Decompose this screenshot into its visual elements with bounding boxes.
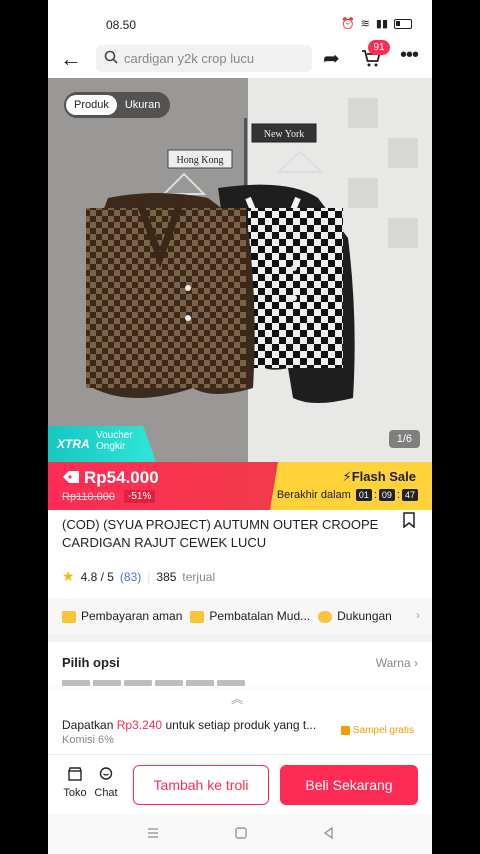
review-count[interactable]: (83)	[120, 570, 141, 584]
countdown-minutes: 09	[378, 489, 395, 501]
product-photo: Hong Kong New York	[86, 98, 418, 403]
options-title: Pilih opsi	[62, 655, 120, 670]
benefit-support-label: Dukungan	[337, 609, 392, 623]
benefit-cancel: Pembatalan Mud...	[190, 609, 310, 623]
rating-separator: |	[147, 569, 151, 584]
rating-value: 4.8 / 5	[80, 569, 114, 584]
benefit-cancel-label: Pembatalan Mud...	[209, 609, 311, 623]
shop-label: Toko	[63, 787, 87, 799]
commission-label: Komisi 6%	[62, 734, 114, 746]
flash-sale-section: ⚡Flash Sale Berakhir dalam 01: 09: 47	[270, 462, 432, 510]
affiliate-panel[interactable]: ︽ Dapatkan Rp3.240 untuk setiap produk y…	[48, 690, 432, 752]
cart-count-badge: 91	[368, 40, 390, 55]
sign-hong-kong: Hong Kong	[177, 155, 224, 166]
back-icon[interactable]	[321, 826, 337, 840]
swatch[interactable]	[155, 680, 183, 686]
price-section: Rp54.000 Rp110.000 -51%	[48, 462, 278, 510]
lightning-icon: ⚡	[342, 469, 352, 484]
cancel-icon	[190, 610, 205, 623]
chat-button[interactable]: Chat	[91, 767, 121, 799]
tab-ukuran[interactable]: Ukuran	[117, 95, 168, 115]
options-color-link[interactable]: Warna ›	[376, 656, 418, 670]
add-to-cart-button[interactable]: Tambah ke troli	[133, 765, 269, 805]
options-link-label: Warna	[375, 656, 411, 670]
benefit-payment-label: Pembayaran aman	[81, 609, 183, 623]
rating-row[interactable]: ★ 4.8 / 5 (83) | 385 terjual	[62, 568, 215, 585]
affiliate-earn-text: Dapatkan Rp3.240 untuk setiap produk yan…	[62, 718, 316, 732]
sign-new-york: New York	[264, 129, 305, 140]
countdown-seconds: 47	[401, 489, 418, 501]
back-arrow-icon[interactable]: ←	[60, 46, 82, 72]
shop-icon	[68, 767, 82, 781]
discount-badge: -51%	[124, 490, 156, 503]
star-icon: ★	[62, 568, 75, 584]
swatch[interactable]	[62, 680, 90, 686]
countdown: Berakhir dalam 01: 09: 47	[277, 489, 418, 501]
flash-sale-text: Flash Sale	[351, 469, 416, 484]
share-icon[interactable]: ➦	[323, 46, 340, 71]
current-price: Rp54.000	[84, 468, 159, 487]
buy-now-button[interactable]: Beli Sekarang	[280, 765, 418, 805]
media-tabs: Produk Ukuran	[64, 92, 171, 118]
chevron-up-icon[interactable]: ︽	[231, 690, 243, 707]
sold-count: 385	[156, 569, 177, 584]
support-icon	[318, 610, 333, 623]
ends-label: Berakhir dalam	[276, 489, 351, 501]
chevron-right-icon: ›	[416, 608, 420, 622]
affiliate-amount: Rp3.240	[116, 718, 163, 732]
swatch[interactable]	[93, 680, 121, 686]
chat-label: Chat	[94, 787, 118, 799]
tab-produk[interactable]: Produk	[66, 95, 117, 115]
search-query: cardigan y2k crop lucu	[124, 51, 255, 66]
search-icon	[104, 50, 118, 64]
countdown-hours: 01	[355, 489, 372, 501]
alarm-icon: ⏰	[340, 18, 355, 30]
color-swatches	[62, 680, 245, 686]
swatch[interactable]	[124, 680, 152, 686]
free-sample-link[interactable]: Sampel gratis	[340, 725, 414, 736]
original-price: Rp110.000	[62, 491, 116, 503]
swatch[interactable]	[217, 680, 245, 686]
more-icon[interactable]: •••	[400, 44, 419, 67]
photo-counter: 1/6	[388, 430, 420, 448]
sample-label: Sampel gratis	[352, 725, 414, 736]
sold-label: terjual	[182, 569, 216, 584]
product-title: (COD) (SYUA PROJECT) AUTUMN OUTER CROOPE…	[62, 517, 379, 550]
secure-payment-icon	[62, 610, 76, 623]
benefits-row[interactable]: Pembayaran aman Pembatalan Mud... Dukung…	[48, 598, 432, 634]
price-tag-icon	[63, 471, 79, 483]
affiliate-prefix: Dapatkan	[62, 718, 114, 732]
product-image[interactable]: Hong Kong New York Produk Ukuran 1/6 XTR…	[48, 78, 432, 462]
top-bar: ← cardigan y2k crop lucu ➦ 91 •••	[48, 40, 432, 78]
benefit-support: Dukungan	[318, 609, 392, 623]
xtra-label: XTRA	[57, 437, 90, 451]
swatch[interactable]	[186, 680, 214, 686]
bookmark-icon[interactable]	[402, 512, 416, 528]
battery-icon	[394, 18, 412, 29]
price-bar: Rp54.000 Rp110.000 -51% ⚡Flash Sale Bera…	[48, 462, 432, 510]
system-nav-bar	[48, 814, 432, 854]
flash-sale-label: ⚡Flash Sale	[343, 469, 416, 485]
chevron-right-icon: ›	[414, 656, 418, 670]
search-bar[interactable]: cardigan y2k crop lucu	[96, 45, 312, 72]
affiliate-suffix: untuk setiap produk yang t...	[165, 718, 317, 732]
app-screen: 08.50 ⏰ ≋ ▮▮ ← cardigan y2k crop lucu ➦ …	[48, 0, 432, 854]
chat-icon	[99, 767, 113, 780]
gift-icon	[340, 726, 350, 735]
status-icons: ⏰ ≋ ▮▮	[341, 17, 412, 30]
home-icon[interactable]	[233, 826, 249, 840]
xtra-voucher-banner[interactable]: XTRA Voucher Ongkir	[48, 426, 156, 462]
shop-button[interactable]: Toko	[60, 767, 90, 799]
signal-icon: ▮▮	[375, 18, 388, 30]
wifi-icon: ≋	[360, 18, 370, 30]
menu-icon[interactable]	[145, 826, 161, 840]
section-divider	[48, 634, 432, 642]
benefit-payment: Pembayaran aman	[62, 609, 182, 623]
status-time: 08.50	[106, 18, 137, 32]
bottom-action-bar: Toko Chat Tambah ke troli Beli Sekarang	[48, 754, 432, 814]
